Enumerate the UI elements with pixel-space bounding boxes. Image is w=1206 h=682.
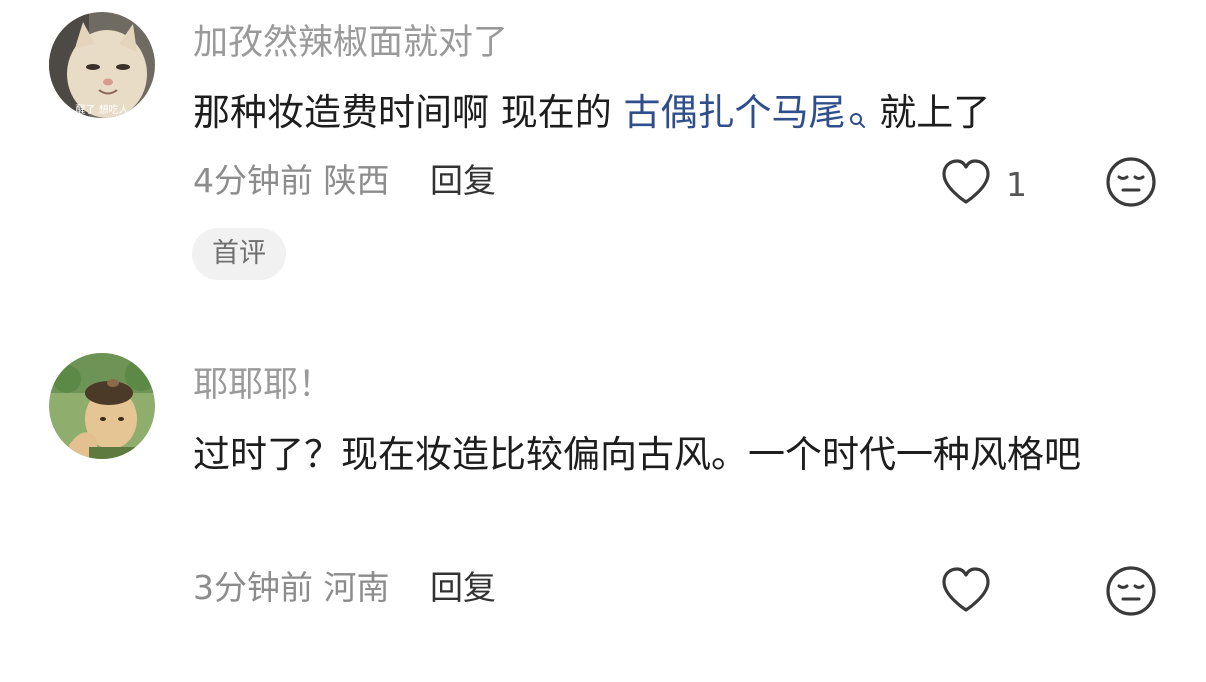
- first-comment-badge: 首评: [192, 228, 286, 280]
- search-icon: [848, 86, 868, 152]
- like-button[interactable]: [940, 566, 992, 618]
- comment-time: 3分钟前: [193, 568, 313, 607]
- comment-meta: 3分钟前 河南 回复: [193, 566, 496, 610]
- comment-meta: 4分钟前 陕西 回复: [193, 159, 496, 203]
- heart-icon: [940, 158, 992, 210]
- dislike-button[interactable]: [1105, 565, 1157, 621]
- search-link[interactable]: 古偶扎个马尾: [624, 91, 868, 134]
- dislike-button[interactable]: [1105, 156, 1157, 212]
- comment-content: 过时了？现在妆造比较偏向古风。一个时代一种风格吧: [193, 433, 1081, 476]
- heart-icon: [940, 566, 992, 618]
- neutral-face-icon: [1105, 157, 1157, 212]
- comment-username[interactable]: 耶耶耶！: [193, 363, 333, 407]
- comment-text-suffix: 就上了: [867, 91, 991, 134]
- like-button[interactable]: 1: [940, 158, 1027, 210]
- comment-text: 那种妆造费时间啊 现在的: [193, 91, 624, 134]
- reply-button[interactable]: 回复: [430, 568, 496, 607]
- avatar-caption: 醒了 想吃人: [75, 103, 128, 116]
- comment-location: 陕西: [323, 161, 390, 200]
- reply-button[interactable]: 回复: [430, 161, 496, 200]
- like-count: 1: [1006, 164, 1027, 204]
- avatar[interactable]: [49, 353, 155, 459]
- search-link-text[interactable]: 古偶扎个马尾: [624, 91, 846, 134]
- avatar[interactable]: 醒了 想吃人: [49, 12, 155, 118]
- comment-content: 那种妆造费时间啊 现在的 古偶扎个马尾 就上了: [193, 80, 1163, 152]
- comment-location: 河南: [323, 568, 390, 607]
- comment-time: 4分钟前: [193, 161, 313, 200]
- comment-list: 醒了 想吃人 加孜然辣椒面就对了 那种妆造费时间啊 现在的 古偶扎个马尾 就上了…: [0, 0, 1206, 682]
- comment-username[interactable]: 加孜然辣椒面就对了: [193, 21, 508, 65]
- neutral-face-icon: [1105, 566, 1157, 621]
